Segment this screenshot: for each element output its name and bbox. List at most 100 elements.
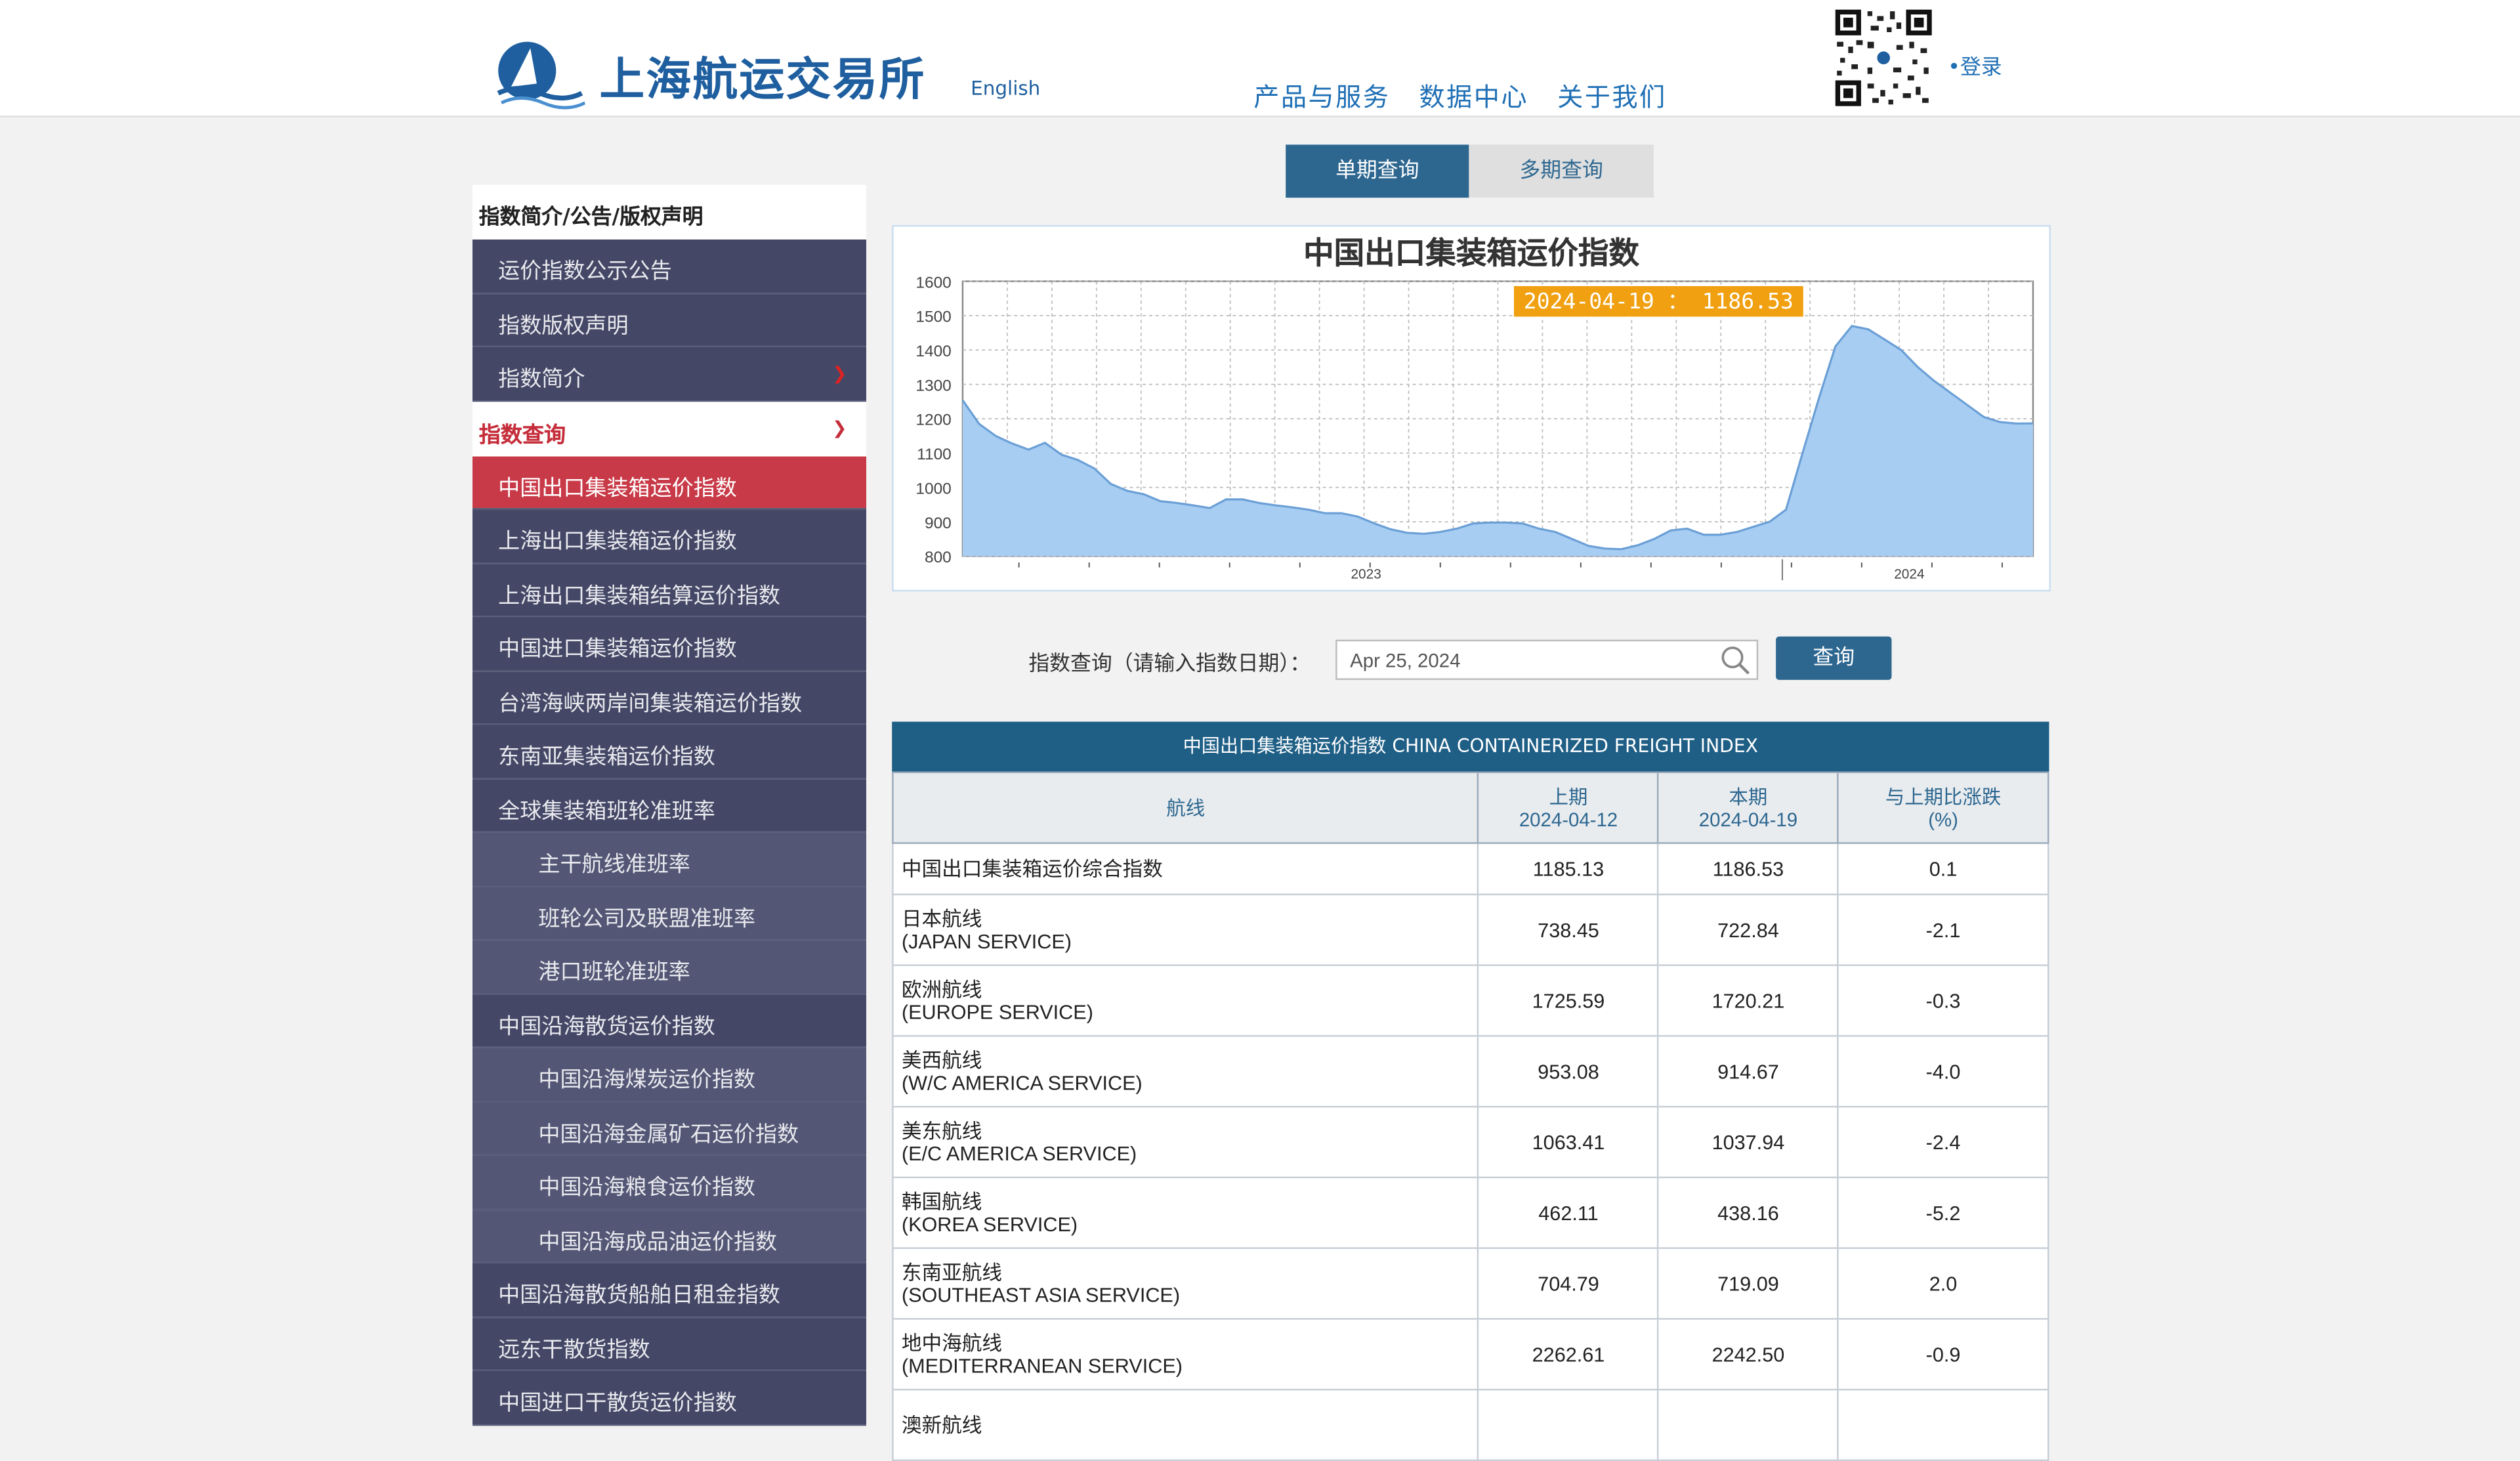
sidebar-item[interactable]: 远东干散货指数	[472, 1317, 866, 1371]
nav-about[interactable]: 关于我们	[1557, 75, 1667, 114]
sidebar-item[interactable]: 中国进口集装箱运价指数	[472, 617, 866, 671]
sidebar-item-intro[interactable]: 指数简介 ❯	[472, 347, 866, 402]
route-en: (W/C AMERICA SERVICE)	[901, 1071, 1143, 1094]
search-icon[interactable]	[1719, 645, 1752, 677]
sidebar-item[interactable]: 港口班轮准班率	[472, 940, 866, 994]
col-change: 与上期比涨跌 (%)	[1837, 771, 2049, 844]
y-tick-label: 1500	[915, 308, 951, 326]
sidebar-item[interactable]: 东南亚集装箱运价指数	[472, 725, 866, 779]
table-row: 日本航线 (JAPAN SERVICE) 738.45 722.84 -2.1	[892, 893, 2049, 966]
y-tick-label: 1100	[917, 446, 952, 463]
table-title: 中国出口集装箱运价指数 CHINA CONTAINERIZED FREIGHT …	[892, 721, 2049, 772]
prev-value-cell: 1063.41	[1477, 1105, 1660, 1179]
login-link[interactable]: •登录	[1948, 50, 2002, 81]
route-cell: 中国出口集装箱运价综合指数	[892, 842, 1480, 896]
route-cell: 美西航线 (W/C AMERICA SERVICE)	[892, 1035, 1480, 1108]
change-cell: 2.0	[1837, 1247, 2049, 1320]
sidebar-item-copyright[interactable]: 指数版权声明	[472, 293, 866, 347]
sidebar-item[interactable]: 中国沿海散货运价指数	[472, 994, 866, 1048]
sidebar-item[interactable]: 主干航线准班率	[472, 832, 866, 887]
route-cell: 东南亚航线 (SOUTHEAST ASIA SERVICE)	[892, 1247, 1480, 1320]
route-cn: 日本航线	[901, 907, 982, 930]
tooltip-text: 2024-04-19 ： 1186.53	[1524, 288, 1794, 314]
col-prev: 上期 2024-04-12	[1477, 771, 1660, 844]
route-cn: 欧洲航线	[901, 978, 982, 1001]
curr-value-cell: 914.67	[1657, 1035, 1839, 1108]
route-en: (JAPAN SERVICE)	[901, 929, 1072, 953]
table-row: 东南亚航线 (SOUTHEAST ASIA SERVICE) 704.79 719.0…	[892, 1247, 2049, 1320]
sidebar-item[interactable]: 中国沿海成品油运价指数	[472, 1209, 866, 1263]
y-tick-label: 1300	[915, 377, 951, 394]
route-cn: 中国出口集装箱运价综合指数	[901, 857, 1163, 880]
prev-value-cell: 1725.59	[1477, 964, 1660, 1037]
sidebar-item[interactable]: 班轮公司及联盟准班率	[472, 886, 866, 941]
table-body: 中国出口集装箱运价综合指数 1185.13 1186.53 0.1 日本航线 (JAPAN…	[892, 842, 2049, 1461]
route-cell: 韩国航线 (KOREA SERVICE)	[892, 1176, 1480, 1249]
sidebar-section-label: 指数查询	[478, 421, 566, 448]
curr-value-cell: 2242.50	[1657, 1318, 1839, 1391]
sidebar-item[interactable]: 上海出口集装箱结算运价指数	[472, 563, 866, 618]
english-link[interactable]: English	[971, 77, 1040, 100]
col-change-unit: (%)	[1928, 807, 1958, 830]
x-tick-label: 2024	[1894, 567, 1924, 582]
site-logo-text[interactable]: 上海航运交易所	[599, 45, 925, 110]
sidebar-item[interactable]: 中国沿海散货船舶日租金指数	[472, 1263, 866, 1317]
sidebar-item[interactable]: 台湾海峡两岸间集装箱运价指数	[472, 671, 866, 725]
table-row: 美东航线 (E/C AMERICA SERVICE) 1063.41 1037.94-…	[892, 1105, 2049, 1179]
change-cell: -2.4	[1837, 1105, 2049, 1179]
curr-value-cell: 719.09	[1657, 1247, 1839, 1320]
date-input[interactable]: Apr 25, 2024	[1335, 639, 1759, 680]
sidebar-item[interactable]: 中国进口干散货运价指数	[472, 1370, 866, 1426]
table-row: 欧洲航线 (EUROPE SERVICE) 1725.59 1720.21 -0.3	[892, 964, 2049, 1037]
chevron-up-icon[interactable]: ❯	[832, 417, 847, 438]
change-cell: 0.1	[1837, 842, 2049, 896]
table-row: 澳新航线	[892, 1388, 2049, 1461]
query-label: 指数查询（请输入指数日期）：	[1028, 652, 1311, 677]
table-header-row: 航线 上期 2024-04-12 本期 2024-04-19 与上期比涨跌 (%)	[892, 771, 2049, 844]
route-cn: 地中海航线	[901, 1331, 1002, 1355]
sidebar-item[interactable]: 中国沿海煤炭运价指数	[472, 1048, 866, 1102]
route-en: (EUROPE SERVICE)	[901, 1000, 1093, 1023]
route-cell: 地中海航线 (MEDITERRANEAN SERVICE)	[892, 1318, 1480, 1391]
curr-value-cell: 722.84	[1657, 893, 1839, 966]
x-tick-label: 2023	[1351, 567, 1381, 582]
route-cell: 日本航线 (JAPAN SERVICE)	[892, 893, 1480, 966]
curr-value-cell: 438.16	[1657, 1176, 1839, 1249]
y-tick-label: 900	[925, 515, 952, 532]
nav-data-center[interactable]: 数据中心	[1419, 75, 1528, 114]
prev-value-cell: 2262.61	[1477, 1318, 1660, 1391]
sidebar-header[interactable]: 指数简介/公告/版权声明	[472, 184, 866, 240]
sidebar-item[interactable]: 中国沿海粮食运价指数	[472, 1155, 866, 1210]
route-cn: 东南亚航线	[901, 1261, 1002, 1284]
col-curr-date: 2024-04-19	[1698, 807, 1798, 830]
sidebar-item[interactable]: 全球集装箱班轮准班率	[472, 778, 866, 833]
sidebar-item[interactable]: 上海出口集装箱运价指数	[472, 509, 866, 564]
route-en: (MEDITERRANEAN SERVICE)	[901, 1354, 1183, 1377]
tab-single-period[interactable]: 单期查询	[1286, 144, 1469, 198]
y-tick-label: 1400	[915, 343, 951, 360]
chevron-down-icon[interactable]: ❯	[832, 363, 847, 384]
ship-logo-icon[interactable]	[495, 39, 585, 110]
tab-multi-period[interactable]: 多期查询	[1469, 144, 1654, 198]
col-curr-label: 本期	[1729, 785, 1768, 808]
sidebar-section-query[interactable]: 指数查询 ❯	[472, 401, 866, 456]
chart-plot[interactable]: 1600 1500 1400 1300 1200 1100 1000 900 800 2023 20…	[894, 226, 2053, 593]
sidebar-item-announcement[interactable]: 运价指数公示公告	[472, 239, 866, 293]
sidebar-item[interactable]: 中国沿海金属矿石运价指数	[472, 1101, 866, 1156]
site-header: 上海航运交易所 English 产品与服务 数据中心 关于我们 •登录	[0, 0, 2520, 117]
sidebar-item-ccfi[interactable]: 中国出口集装箱运价指数	[472, 455, 866, 510]
change-cell: -4.0	[1837, 1035, 2049, 1108]
col-route: 航线	[892, 771, 1480, 844]
prev-value-cell: 738.45	[1477, 893, 1660, 966]
curr-value-cell: 1037.94	[1657, 1105, 1839, 1179]
route-cell: 美东航线 (E/C AMERICA SERVICE)	[892, 1105, 1480, 1179]
nav-products[interactable]: 产品与服务	[1253, 75, 1390, 114]
change-cell: -5.2	[1837, 1176, 2049, 1249]
prev-value-cell: 953.08	[1477, 1035, 1660, 1108]
col-prev-date: 2024-04-12	[1519, 807, 1618, 830]
query-button[interactable]: 查询	[1776, 636, 1892, 680]
route-en: (E/C AMERICA SERVICE)	[901, 1142, 1137, 1165]
y-tick-label: 1000	[915, 480, 951, 498]
route-en: (KOREA SERVICE)	[901, 1212, 1078, 1236]
route-cn: 美东航线	[901, 1119, 982, 1142]
